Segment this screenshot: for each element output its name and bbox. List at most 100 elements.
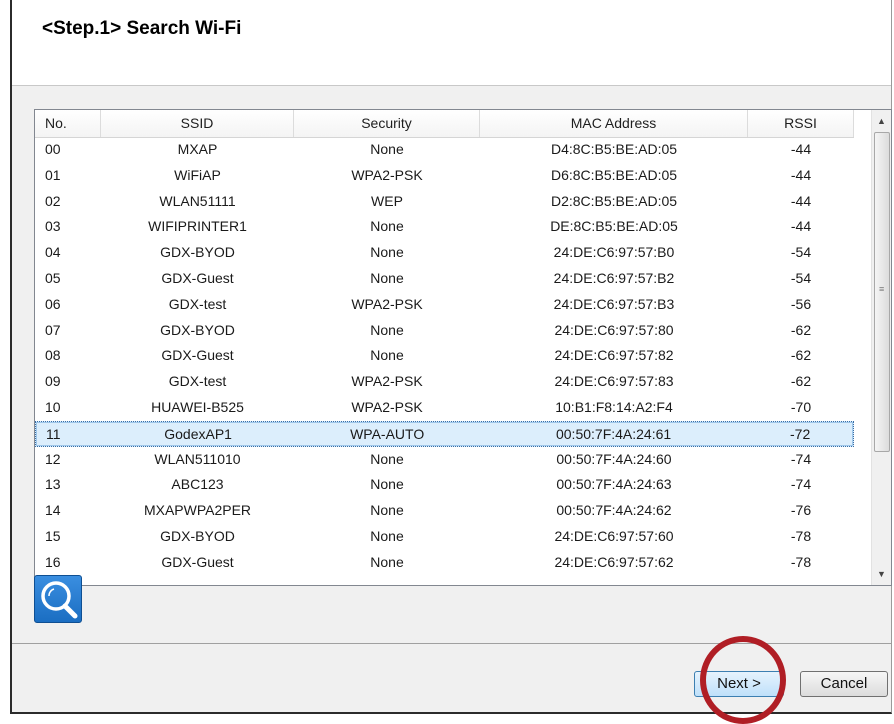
table-row[interactable]: 09 GDX-test WPA2-PSK 24:DE:C6:97:57:83 -62	[35, 369, 854, 395]
table-row[interactable]: 02 WLAN51111 WEP D2:8C:B5:BE:AD:05 -44	[35, 189, 854, 215]
dialog-body: No. SSID Security MAC Address RSSI 00 MXA…	[12, 85, 892, 643]
cell-ssid: WLAN511010	[154, 450, 241, 467]
table-body: 00 MXAP None D4:8C:B5:BE:AD:05 -44 01 WiFiAP WP…	[35, 137, 854, 576]
cell-ssid: GDX-Guest	[161, 269, 234, 286]
cell-security: None	[370, 527, 404, 544]
cell-ssid: GDX-BYOD	[160, 321, 235, 338]
cell-rssi: -72	[790, 425, 811, 442]
cell-mac: 10:B1:F8:14:A2:F4	[555, 398, 673, 415]
table-header: No. SSID Security MAC Address RSSI	[35, 110, 854, 138]
cell-ssid: GDX-BYOD	[160, 527, 235, 544]
cell-ssid: WLAN51111	[159, 192, 236, 209]
cell-ssid: GodexAP1	[164, 425, 232, 442]
cell-no: 05	[45, 269, 61, 286]
table-row[interactable]: 10 HUAWEI-B525 WPA2-PSK 10:B1:F8:14:A2:F4 -7…	[35, 395, 854, 421]
cell-ssid: WiFiAP	[174, 166, 221, 183]
cell-rssi: -74	[790, 450, 812, 467]
cell-rssi: -44	[790, 141, 812, 157]
cell-no: 15	[45, 527, 61, 544]
cancel-button[interactable]: Cancel	[800, 671, 888, 697]
cell-security: None	[370, 553, 404, 570]
table-row[interactable]: 12 WLAN511010 None 00:50:7F:4A:24:60 -74	[35, 447, 854, 473]
cell-security: None	[370, 502, 404, 519]
table-row[interactable]: 03 WIFIPRINTER1 None DE:8C:B5:BE:AD:05 -44	[35, 214, 854, 240]
cell-security: WPA2-PSK	[351, 398, 423, 415]
table-row[interactable]: 15 GDX-BYOD None 24:DE:C6:97:57:60 -78	[35, 524, 854, 550]
cell-security: None	[370, 218, 404, 235]
cell-security: None	[370, 141, 404, 157]
cell-security: WPA2-PSK	[351, 166, 423, 183]
column-header-mac-address[interactable]: MAC Address	[480, 110, 748, 137]
cell-mac: 24:DE:C6:97:57:B3	[553, 295, 675, 312]
cell-security: None	[370, 269, 404, 286]
cell-rssi: -44	[790, 166, 812, 183]
cell-mac: 24:DE:C6:97:57:62	[554, 553, 674, 570]
cell-security: WPA2-PSK	[351, 373, 423, 390]
table-row[interactable]: 14 MXAPWPA2PER None 00:50:7F:4A:24:62 -76	[35, 498, 854, 524]
cell-security: None	[370, 244, 404, 261]
cell-ssid: GDX-test	[168, 373, 227, 390]
cell-security: WPA-AUTO	[350, 425, 425, 442]
table-row[interactable]: 11 GodexAP1 WPA-AUTO 00:50:7F:4A:24:61 -72	[35, 420, 854, 447]
table-row[interactable]: 08 GDX-Guest None 24:DE:C6:97:57:82 -62	[35, 343, 854, 369]
cell-rssi: -74	[790, 476, 812, 493]
cell-no: 10	[45, 398, 61, 415]
cell-no: 00	[45, 141, 61, 157]
cell-ssid: HUAWEI-B525	[151, 398, 244, 415]
table-row[interactable]: 00 MXAP None D4:8C:B5:BE:AD:05 -44	[35, 137, 854, 163]
column-header-no[interactable]: No.	[35, 110, 101, 137]
cell-ssid: WIFIPRINTER1	[148, 218, 247, 235]
table-row[interactable]: 05 GDX-Guest None 24:DE:C6:97:57:B2 -54	[35, 266, 854, 292]
column-header-security[interactable]: Security	[294, 110, 480, 137]
scroll-down-arrow-icon[interactable]: ▼	[872, 565, 891, 583]
column-header-ssid[interactable]: SSID	[101, 110, 294, 137]
cell-no: 11	[46, 425, 61, 442]
cell-rssi: -76	[790, 502, 812, 519]
table-row[interactable]: 04 GDX-BYOD None 24:DE:C6:97:57:B0 -54	[35, 240, 854, 266]
cell-rssi: -78	[790, 527, 812, 544]
table-row[interactable]: 13 ABC123 None 00:50:7F:4A:24:63 -74	[35, 472, 854, 498]
cell-no: 16	[45, 553, 61, 570]
cell-security: None	[370, 476, 404, 493]
grip-icon: ≡	[879, 284, 885, 294]
column-header-rssi[interactable]: RSSI	[748, 110, 854, 137]
cell-security: None	[370, 347, 404, 364]
cell-rssi: -54	[790, 244, 812, 261]
cell-security: WPA2-PSK	[351, 295, 423, 312]
cell-mac: 24:DE:C6:97:57:B0	[553, 244, 675, 261]
cell-mac: DE:8C:B5:BE:AD:05	[550, 218, 678, 235]
cell-mac: 24:DE:C6:97:57:60	[554, 527, 674, 544]
cell-no: 03	[45, 218, 61, 235]
next-button[interactable]: Next >	[694, 671, 784, 697]
cell-rssi: -78	[790, 553, 812, 570]
search-button[interactable]	[34, 575, 82, 623]
cell-rssi: -62	[790, 321, 812, 338]
cell-ssid: GDX-Guest	[161, 347, 234, 364]
cell-rssi: -62	[790, 347, 812, 364]
cell-security: None	[370, 321, 404, 338]
cell-ssid: GDX-Guest	[161, 553, 234, 570]
table-row[interactable]: 16 GDX-Guest None 24:DE:C6:97:57:62 -78	[35, 550, 854, 576]
cell-no: 14	[45, 502, 61, 519]
cell-ssid: ABC123	[171, 476, 224, 493]
cell-no: 13	[45, 476, 61, 493]
cell-ssid: GDX-test	[168, 295, 227, 312]
cell-ssid: GDX-BYOD	[160, 244, 235, 261]
scrollbar-thumb[interactable]: ≡	[874, 132, 890, 452]
table-row[interactable]: 06 GDX-test WPA2-PSK 24:DE:C6:97:57:B3 -56	[35, 292, 854, 318]
vertical-scrollbar[interactable]: ▲ ≡ ▼	[871, 110, 891, 585]
cell-no: 06	[45, 295, 61, 312]
table-row[interactable]: 07 GDX-BYOD None 24:DE:C6:97:57:80 -62	[35, 318, 854, 344]
cell-no: 08	[45, 347, 61, 364]
table-row[interactable]: 01 WiFiAP WPA2-PSK D6:8C:B5:BE:AD:05 -44	[35, 163, 854, 189]
cell-mac: D6:8C:B5:BE:AD:05	[550, 166, 678, 183]
wifi-list[interactable]: No. SSID Security MAC Address RSSI 00 MXA…	[34, 109, 892, 586]
scroll-up-arrow-icon[interactable]: ▲	[872, 112, 891, 130]
cell-rssi: -44	[790, 218, 812, 235]
cell-mac: 24:DE:C6:97:57:B2	[553, 269, 675, 286]
cell-rssi: -44	[790, 192, 812, 209]
cell-ssid: MXAP	[177, 141, 218, 157]
cell-mac: D4:8C:B5:BE:AD:05	[550, 141, 678, 157]
cell-no: 02	[45, 192, 61, 209]
cell-rssi: -56	[790, 295, 812, 312]
